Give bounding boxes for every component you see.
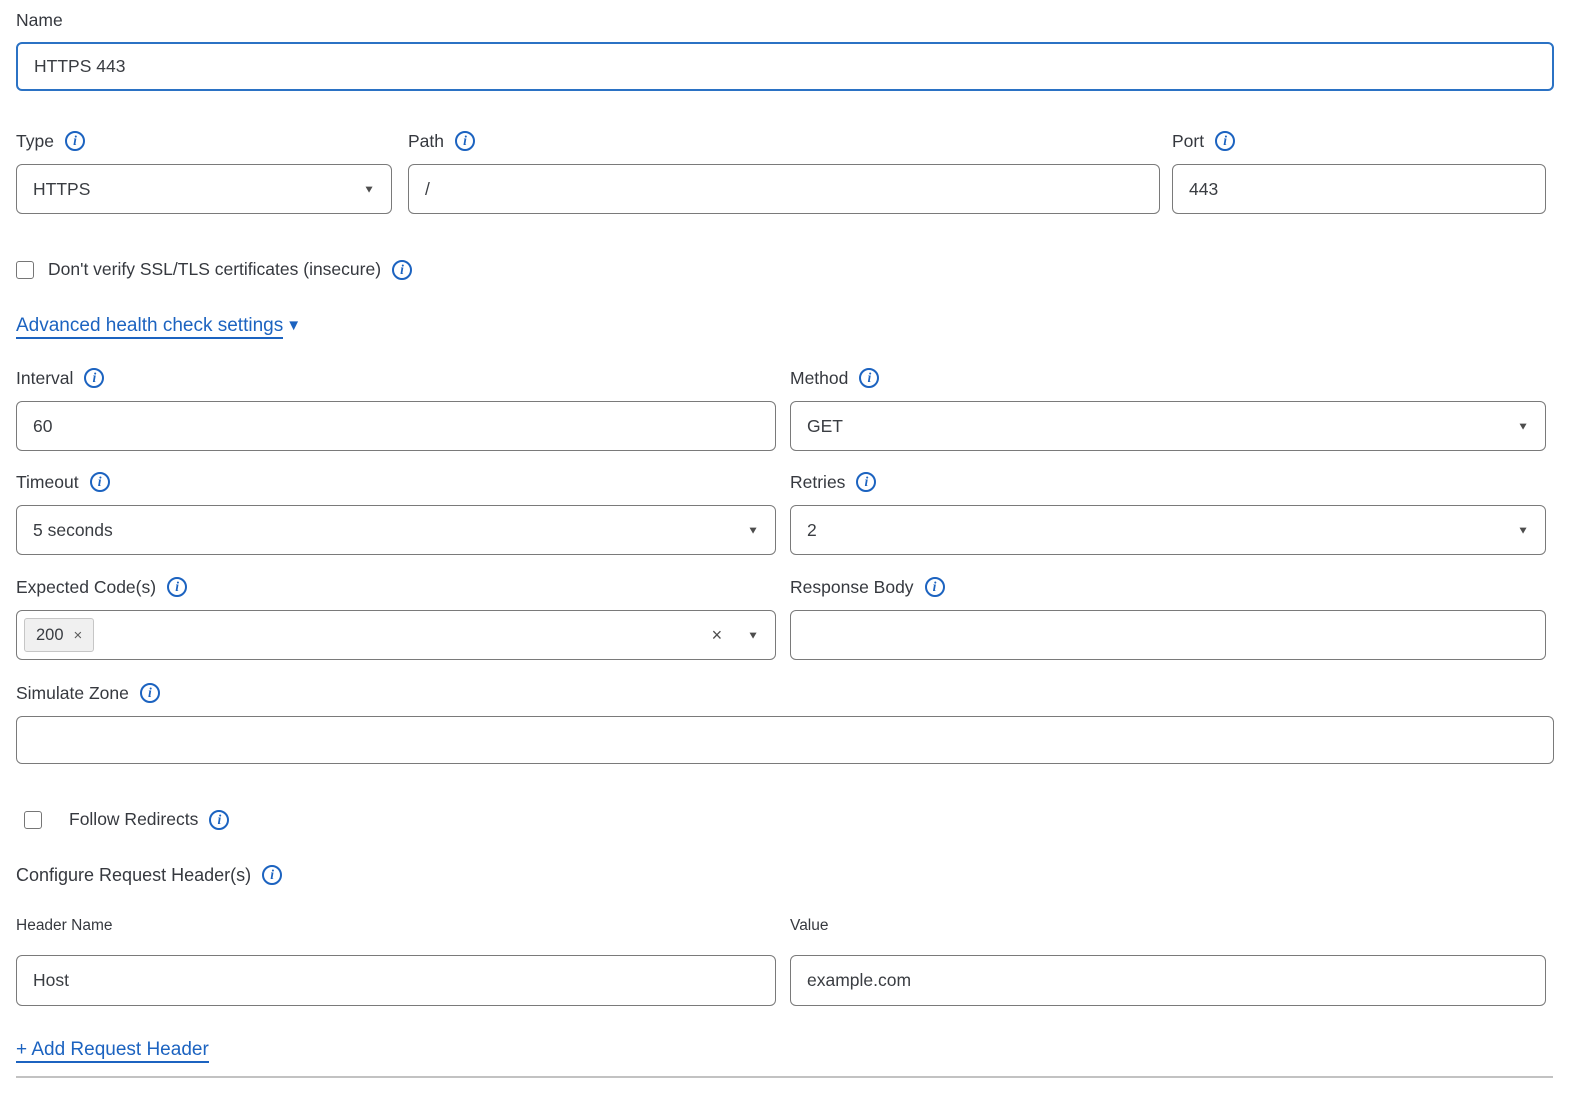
info-icon[interactable]: i <box>209 810 229 830</box>
info-icon[interactable]: i <box>140 683 160 703</box>
response-body-input[interactable] <box>790 610 1546 660</box>
simulate-zone-input[interactable] <box>16 716 1554 764</box>
expected-code-tag-value: 200 <box>36 626 64 645</box>
info-icon[interactable]: i <box>65 131 85 151</box>
name-input[interactable] <box>16 42 1554 91</box>
interval-input[interactable] <box>16 401 776 451</box>
simulate-zone-field: Simulate Zone i <box>16 681 1554 764</box>
chevron-down-icon: ▼ <box>1517 524 1529 536</box>
follow-redirects-row: Follow Redirects i <box>16 809 1554 830</box>
info-icon[interactable]: i <box>167 577 187 597</box>
chevron-down-icon[interactable]: ▼ <box>747 629 759 641</box>
type-select-value: HTTPS <box>33 179 90 200</box>
name-field: Name <box>16 8 1554 91</box>
timeout-retries-row: Timeout i 5 seconds ▼ Retries i 2 ▼ <box>16 470 1554 555</box>
remove-tag-icon[interactable]: × <box>74 627 83 644</box>
port-label: Port <box>1172 131 1204 152</box>
info-icon[interactable]: i <box>856 472 876 492</box>
type-path-port-row: Type i HTTPS ▼ Path i Port i <box>16 129 1554 214</box>
header-value-input[interactable] <box>790 955 1546 1006</box>
method-label: Method <box>790 368 848 389</box>
verify-ssl-row: Don't verify SSL/TLS certificates (insec… <box>16 259 1554 280</box>
info-icon[interactable]: i <box>262 865 282 885</box>
header-name-label: Header Name <box>16 917 113 935</box>
name-label: Name <box>16 10 63 31</box>
method-select-value: GET <box>807 416 843 437</box>
info-icon[interactable]: i <box>925 577 945 597</box>
health-check-form: Name Type i HTTPS ▼ Path i Port i <box>0 0 1570 1078</box>
type-label: Type <box>16 131 54 152</box>
codes-body-row: Expected Code(s) i 200 × × ▼ Response Bo… <box>16 575 1554 660</box>
info-icon[interactable]: i <box>455 131 475 151</box>
info-icon[interactable]: i <box>392 260 412 280</box>
retries-select[interactable]: 2 ▼ <box>790 505 1546 555</box>
follow-redirects-label: Follow Redirects <box>69 809 198 830</box>
simulate-zone-label: Simulate Zone <box>16 683 129 704</box>
info-icon[interactable]: i <box>90 472 110 492</box>
info-icon[interactable]: i <box>84 368 104 388</box>
add-request-header-link[interactable]: + Add Request Header <box>16 1039 209 1063</box>
header-row: Header Name Value <box>16 914 1554 1006</box>
path-label: Path <box>408 131 444 152</box>
add-header-row: + Add Request Header <box>16 1039 1554 1061</box>
response-body-label: Response Body <box>790 577 914 598</box>
interval-label: Interval <box>16 368 73 389</box>
method-select[interactable]: GET ▼ <box>790 401 1546 451</box>
info-icon[interactable]: i <box>859 368 879 388</box>
retries-label: Retries <box>790 472 845 493</box>
expected-codes-multiselect[interactable]: 200 × × ▼ <box>16 610 776 660</box>
type-select[interactable]: HTTPS ▼ <box>16 164 392 214</box>
chevron-down-icon: ▼ <box>747 524 759 536</box>
header-name-input[interactable] <box>16 955 776 1006</box>
advanced-settings-row: Advanced health check settings▼ <box>16 315 1554 337</box>
request-headers-section: Configure Request Header(s) i <box>16 863 1554 887</box>
advanced-settings-link[interactable]: Advanced health check settings <box>16 315 283 339</box>
request-headers-label: Configure Request Header(s) <box>16 865 251 886</box>
follow-redirects-checkbox[interactable] <box>24 811 42 829</box>
expected-codes-label: Expected Code(s) <box>16 577 156 598</box>
caret-down-icon[interactable]: ▼ <box>286 317 301 334</box>
timeout-label: Timeout <box>16 472 79 493</box>
path-input[interactable] <box>408 164 1160 214</box>
verify-ssl-checkbox[interactable] <box>16 261 34 279</box>
info-icon[interactable]: i <box>1215 131 1235 151</box>
chevron-down-icon: ▼ <box>363 183 375 195</box>
timeout-select-value: 5 seconds <box>33 520 113 541</box>
port-input[interactable] <box>1172 164 1546 214</box>
clear-icon[interactable]: × <box>712 625 723 646</box>
interval-method-row: Interval i Method i GET ▼ <box>16 366 1554 451</box>
verify-ssl-label: Don't verify SSL/TLS certificates (insec… <box>48 259 381 280</box>
chevron-down-icon: ▼ <box>1517 420 1529 432</box>
divider <box>16 1076 1553 1078</box>
header-value-label: Value <box>790 917 829 935</box>
retries-select-value: 2 <box>807 520 817 541</box>
expected-code-tag: 200 × <box>24 618 94 652</box>
timeout-select[interactable]: 5 seconds ▼ <box>16 505 776 555</box>
